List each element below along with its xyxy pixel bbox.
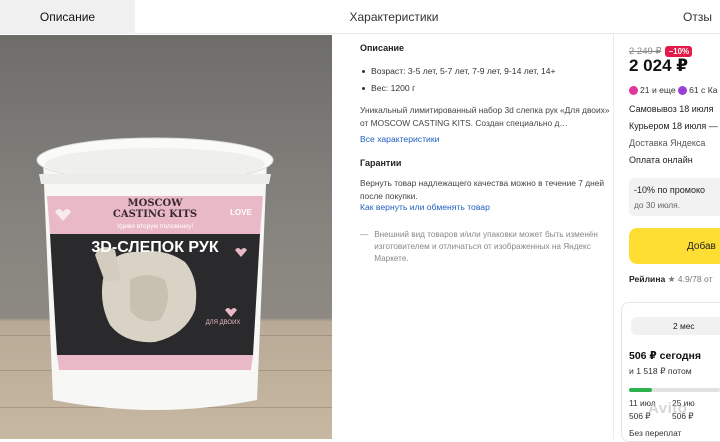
points-suffix: с Ка [701, 85, 718, 95]
column-divider [613, 34, 614, 439]
avito-watermark: Avito [648, 400, 688, 417]
for-two-label: ДЛЯ ДВОИХ [205, 320, 241, 326]
description-text: Уникальный лимитированный набор 3d слепк… [360, 105, 610, 128]
guarantee-heading: Гарантии [360, 158, 402, 168]
all-characteristics-link[interactable]: Все характеристики [360, 134, 439, 144]
age-text: Возраст: 3-5 лет, 5-7 лет, 7-9 лет, 9-14… [371, 66, 556, 76]
promo-until: до 30 июля. [634, 200, 681, 210]
tab-bar: Описание Характеристики Отзы [0, 0, 720, 34]
pickup-option[interactable]: Самовывоз 18 июля [629, 104, 713, 114]
bullet-weight: Вес: 1200 г [362, 83, 415, 93]
promo-banner[interactable] [629, 178, 720, 216]
plus-points-icon [629, 85, 638, 95]
disclaimer-dash: — [360, 230, 369, 239]
add-to-cart-button[interactable]: Добав [629, 228, 720, 264]
product-title-on-bucket: 3D-СЛЕПОК РУК [91, 239, 219, 256]
split-progress-fill [629, 388, 652, 392]
points-row[interactable]: 21 и еще 61 с Ка [629, 85, 718, 95]
points-sep: и еще [651, 85, 676, 95]
weight-text: Вес: 1200 г [371, 83, 416, 93]
bullet-dot [362, 86, 365, 90]
seller-rating[interactable]: Рейлина ★ 4.9/78 от [629, 274, 713, 285]
card-points-icon [678, 85, 688, 95]
tab-characteristics[interactable]: Характеристики [135, 0, 653, 34]
no-overpay: Без переплат [629, 428, 682, 438]
split-period-selector[interactable]: 2 мес [631, 317, 720, 335]
current-price: 2 024 ₽ [629, 56, 689, 75]
promo-title: -10% по промоко [634, 185, 706, 195]
bucket-illustration: MOSCOW CASTING KITS Удиви вторую половин… [35, 130, 275, 420]
tagline: Удиви вторую половинку! [116, 223, 194, 230]
delivery-service: Доставка Яндекса [629, 138, 706, 148]
points-a: 21 [640, 85, 650, 95]
pay-today: 506 ₽ сегодня [629, 350, 701, 362]
seller-rating-value: ★ 4.9/78 от [667, 274, 713, 284]
tab-reviews[interactable]: Отзы [653, 0, 720, 34]
bullet-dot [362, 69, 365, 73]
split-progress-bar [629, 388, 720, 392]
points-b: 61 [689, 85, 699, 95]
guarantee-text: Вернуть товар надлежащего качества можно… [360, 178, 605, 201]
online-payment: Оплата онлайн [629, 155, 693, 165]
tab-description[interactable]: Описание [0, 0, 135, 34]
description-heading: Описание [360, 43, 405, 53]
return-exchange-link[interactable]: Как вернуть или обменять товар [360, 202, 490, 212]
seller-name: Рейлина [629, 274, 666, 284]
product-image[interactable]: MOSCOW CASTING KITS Удиви вторую половин… [0, 35, 332, 439]
bullet-age: Возраст: 3-5 лет, 5-7 лет, 7-9 лет, 9-14… [362, 66, 556, 76]
disclaimer: — Внешний вид товаров и/или упаковки мож… [360, 229, 600, 265]
courier-option[interactable]: Курьером 18 июля — [629, 121, 718, 131]
disclaimer-text: Внешний вид товаров и/или упаковки может… [374, 230, 598, 263]
pay-later: и 1 518 ₽ потом [629, 366, 692, 376]
love-label: LOVE [230, 208, 252, 217]
